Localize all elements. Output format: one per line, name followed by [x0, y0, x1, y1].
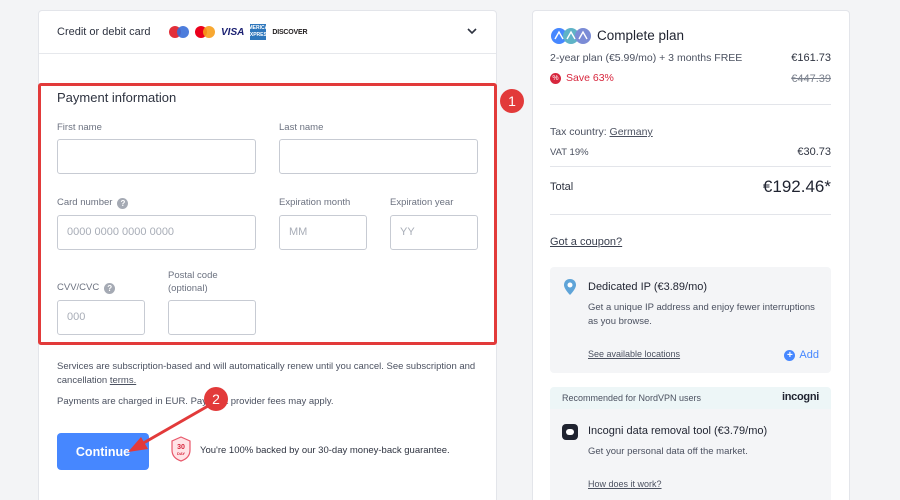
annotation-step-2-badge: 2 — [204, 387, 228, 411]
cvv-input[interactable]: 000 — [57, 300, 145, 335]
postal-code-label: Postal code (optional) — [168, 269, 218, 295]
chevron-down-icon[interactable] — [466, 25, 478, 37]
exp-year-input[interactable]: YY — [390, 215, 478, 250]
savings-label: Save 63% — [566, 72, 614, 84]
subscription-note: Services are subscription-based and will… — [57, 360, 482, 388]
postal-label-line1: Postal code — [168, 270, 218, 281]
first-name-input[interactable] — [57, 139, 256, 174]
first-name-label: First name — [57, 122, 102, 133]
original-price: €447.39 — [791, 73, 831, 85]
location-pin-icon — [564, 279, 576, 295]
jcb-logo — [313, 25, 331, 39]
divider — [550, 104, 831, 105]
payment-info-title: Payment information — [57, 90, 177, 105]
continue-button[interactable]: Continue — [57, 433, 149, 470]
postal-code-input[interactable] — [168, 300, 256, 335]
vat-amount: €30.73 — [797, 146, 831, 158]
savings-row: % Save 63% — [550, 72, 614, 84]
how-it-works-link[interactable]: How does it work? — [588, 479, 662, 489]
payment-method-title: Credit or debit card — [57, 26, 151, 38]
card-number-label: Card number? — [57, 197, 129, 209]
amex-logo: AMERICAN EXPRESS — [245, 24, 272, 40]
money-back-badge-icon: 30 DAY — [171, 436, 191, 462]
plan-description: 2-year plan (€5.99/mo) + 3 months FREE — [550, 52, 743, 64]
help-icon[interactable]: ? — [104, 283, 116, 294]
guarantee-text: You're 100% backed by our 30-day money-b… — [200, 445, 450, 456]
vat-label: VAT 19% — [550, 147, 589, 158]
last-name-label: Last name — [279, 122, 324, 133]
plan-price: €161.73 — [791, 52, 831, 64]
coupon-link[interactable]: Got a coupon? — [550, 236, 622, 248]
incogni-addon: Incogni data removal tool (€3.79/mo) Get… — [550, 409, 831, 500]
divider — [550, 166, 831, 167]
total-amount: €192.46* — [762, 177, 831, 196]
badge-bottom-text: DAY — [177, 451, 185, 456]
cvv-label: CVV/CVC? — [57, 282, 116, 294]
cvv-label-text: CVV/CVC — [57, 282, 100, 293]
tax-country-link[interactable]: Germany — [610, 126, 653, 138]
discover-logo: DISCOVER — [272, 28, 308, 36]
terms-link[interactable]: terms. — [110, 375, 136, 386]
card-brand-logos: VISA AMERICAN EXPRESS DISCOVER — [169, 24, 331, 40]
payment-method-header[interactable]: Credit or debit card VISA AMERICAN EXPRE… — [39, 11, 496, 54]
incogni-logo: incogni — [781, 391, 819, 403]
exp-year-label: Expiration year — [390, 197, 454, 208]
plan-title: Complete plan — [597, 28, 685, 43]
card-number-input[interactable]: 0000 0000 0000 0000 — [57, 215, 256, 250]
see-locations-link[interactable]: See available locations — [588, 349, 680, 359]
tax-country-row: Tax country: Germany — [550, 126, 653, 138]
incogni-icon — [562, 424, 578, 440]
badge-top-text: 30 — [177, 444, 185, 451]
dedicated-ip-addon: Dedicated IP (€3.89/mo) Get a unique IP … — [550, 267, 831, 373]
add-button-label: Add — [799, 349, 819, 361]
last-name-input[interactable] — [279, 139, 478, 174]
amex-logo-text: AMERICAN EXPRESS — [244, 25, 272, 38]
addon-title: Dedicated IP (€3.89/mo) — [588, 281, 708, 293]
visa-logo: VISA — [221, 26, 245, 38]
divider — [550, 214, 831, 215]
incogni-title: Incogni data removal tool (€3.79/mo) — [588, 425, 768, 437]
charge-note: Payments are charged in EUR. Payment pro… — [57, 396, 334, 407]
plan-products-icon — [551, 28, 591, 44]
help-icon[interactable]: ? — [117, 198, 129, 209]
diners-logo — [169, 25, 189, 39]
addon-description: Get a unique IP address and enjoy fewer … — [588, 302, 815, 327]
incogni-recommendation-header: Recommended for NordVPN users incogni — [550, 387, 831, 409]
plus-icon: + — [784, 349, 796, 361]
exp-month-label: Expiration month — [279, 197, 351, 208]
exp-month-input[interactable]: MM — [279, 215, 367, 250]
total-label: Total — [550, 181, 574, 193]
tax-country-label: Tax country: — [550, 126, 610, 138]
annotation-step-1-badge: 1 — [500, 89, 524, 113]
card-number-label-text: Card number — [57, 197, 113, 208]
incogni-description: Get your personal data off the market. — [588, 446, 748, 457]
add-dedicated-ip-button[interactable]: + Add — [784, 349, 819, 361]
percent-icon: % — [550, 72, 561, 84]
postal-label-line2: (optional) — [168, 283, 208, 294]
mastercard-logo — [195, 25, 215, 39]
recommendation-text: Recommended for NordVPN users — [562, 393, 702, 403]
payment-card: Credit or debit card VISA AMERICAN EXPRE… — [38, 10, 497, 500]
